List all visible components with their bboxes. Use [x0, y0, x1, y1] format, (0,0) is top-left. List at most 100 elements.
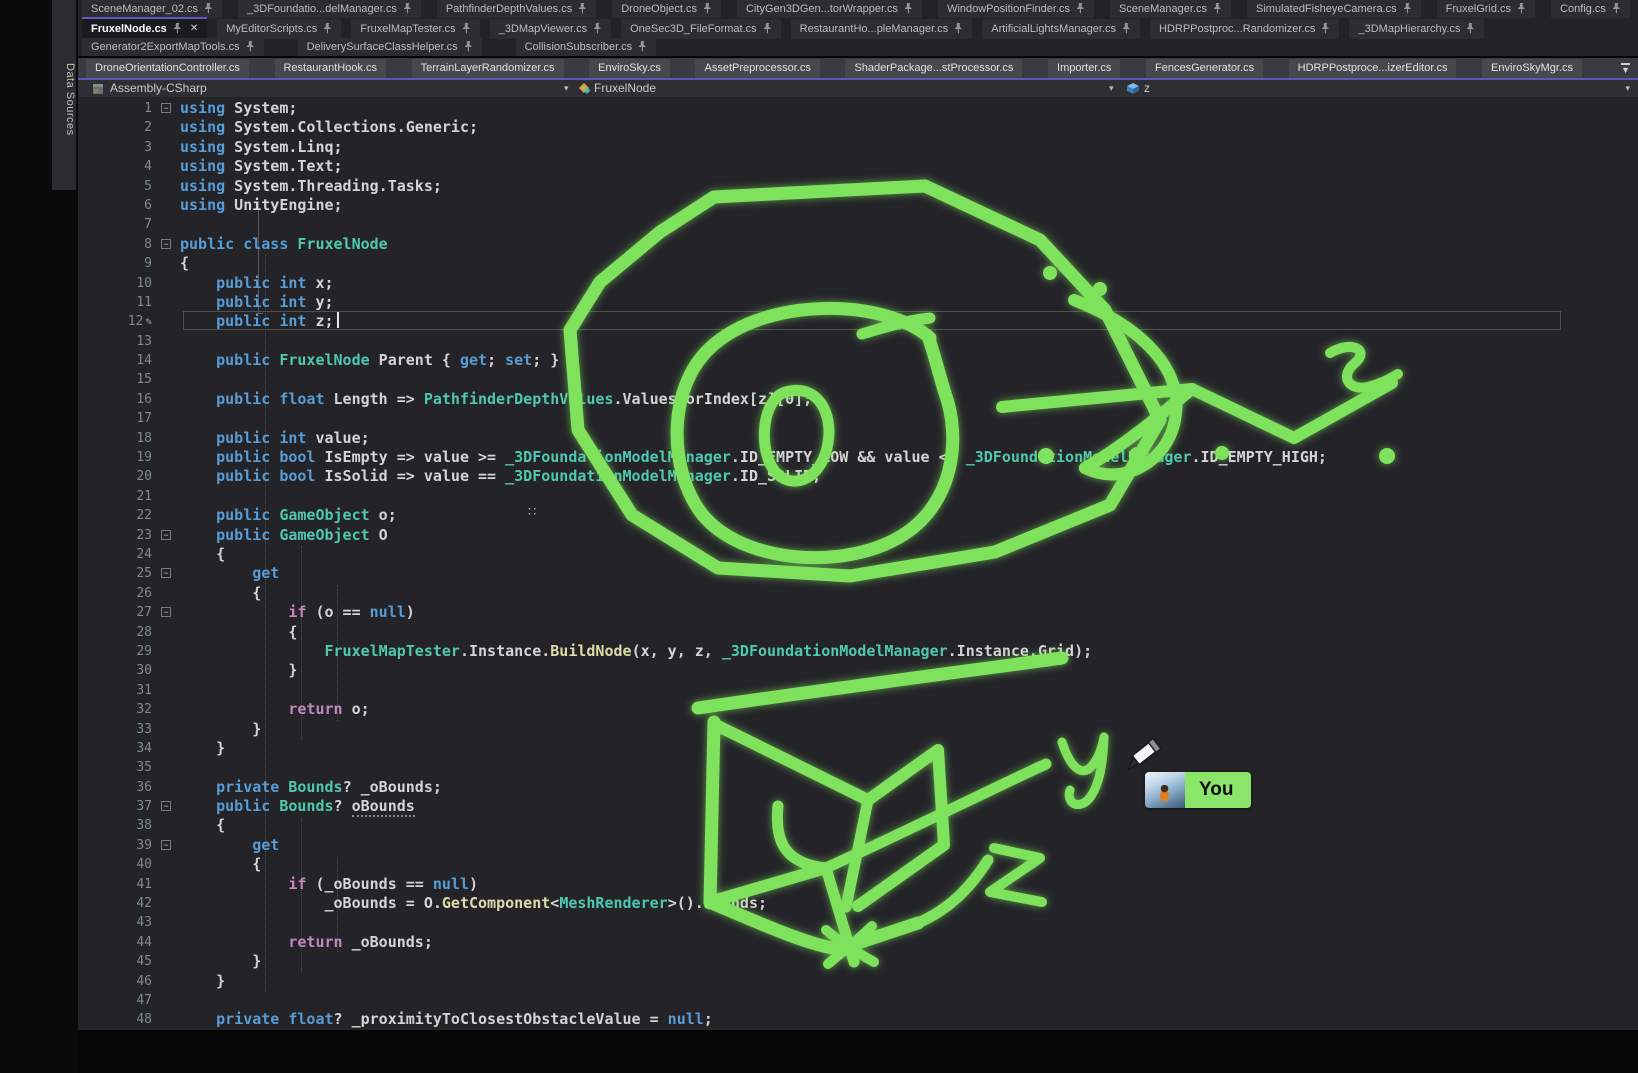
code-line-30[interactable]: 30 }	[78, 661, 1638, 680]
pin-icon[interactable]	[246, 41, 255, 52]
tab-restaurantho-plemanager-cs[interactable]: RestaurantHo...pleManager.cs	[791, 19, 973, 39]
pin-icon[interactable]	[1122, 23, 1131, 34]
tab-windowpositionfinder-cs[interactable]: WindowPositionFinder.cs	[938, 0, 1094, 18]
code-editor[interactable]: 1−using System;2using System.Collections…	[78, 97, 1638, 1030]
chevron-down-icon[interactable]: ▾	[1109, 83, 1114, 94]
code-line-11[interactable]: 11 public int y;	[78, 293, 1638, 312]
code-line-18[interactable]: 18 public int value;	[78, 429, 1638, 448]
tab-deliverysurfaceclasshelper-cs[interactable]: DeliverySurfaceClassHelper.cs	[298, 38, 482, 56]
pin-icon[interactable]	[1466, 23, 1475, 34]
tab-fruxelgrid-cs[interactable]: FruxelGrid.cs	[1437, 0, 1535, 18]
code-line-19[interactable]: 19 public bool IsEmpty => value >= _3DFo…	[78, 448, 1638, 467]
pin-icon[interactable]	[703, 3, 712, 14]
code-line-10[interactable]: 10 public int x;	[78, 274, 1638, 293]
pin-icon[interactable]	[1517, 3, 1526, 14]
chevron-down-icon[interactable]: ▾	[564, 83, 569, 94]
tab--3dmapviewer-cs[interactable]: _3DMapViewer.cs	[490, 19, 611, 39]
pin-icon[interactable]	[578, 3, 587, 14]
close-icon[interactable]: ✕	[190, 23, 198, 34]
tab-restauranthook-cs[interactable]: RestaurantHook.cs	[275, 59, 387, 78]
tab-fruxelmaptester-cs[interactable]: FruxelMapTester.cs	[351, 19, 479, 39]
code-line-23[interactable]: 23− public GameObject O	[78, 526, 1638, 545]
code-line-3[interactable]: 3using System.Linq;	[78, 138, 1638, 157]
code-line-13[interactable]: 13	[78, 332, 1638, 351]
tab-droneobject-cs[interactable]: DroneObject.cs	[612, 0, 721, 18]
code-line-24[interactable]: 24 {	[78, 545, 1638, 564]
code-line-16[interactable]: 16 public float Length => PathfinderDept…	[78, 390, 1638, 409]
code-line-48[interactable]: 48 private float? _proximityToClosestObs…	[78, 1010, 1638, 1029]
tab-simulatedfisheyecamera-cs[interactable]: SimulatedFisheyeCamera.cs	[1247, 0, 1421, 18]
code-line-17[interactable]: 17	[78, 409, 1638, 428]
project-dropdown[interactable]: Assembly-CSharp	[110, 81, 207, 95]
tab-pathfinderdepthvalues-cs[interactable]: PathfinderDepthValues.cs	[437, 0, 596, 18]
code-line-27[interactable]: 27− if (o == null)	[78, 603, 1638, 622]
tab-collisionsubscriber-cs[interactable]: CollisionSubscriber.cs	[516, 38, 657, 56]
tab-envirosky-cs[interactable]: EnviroSky.cs	[589, 59, 670, 78]
code-line-34[interactable]: 34 }	[78, 739, 1638, 758]
code-line-7[interactable]: 7	[78, 215, 1638, 234]
tab-fruxelnode-cs[interactable]: FruxelNode.cs✕	[82, 17, 207, 39]
fold-marker-icon[interactable]: −	[161, 801, 171, 811]
code-line-2[interactable]: 2using System.Collections.Generic;	[78, 118, 1638, 137]
code-line-21[interactable]: 21	[78, 487, 1638, 506]
code-line-36[interactable]: 36 private Bounds? _oBounds;	[78, 778, 1638, 797]
tab-overflow-icon[interactable]: ▼	[1621, 63, 1630, 75]
code-line-33[interactable]: 33 }	[78, 720, 1638, 739]
code-line-8[interactable]: 8−public class FruxelNode	[78, 235, 1638, 254]
code-line-26[interactable]: 26 {	[78, 584, 1638, 603]
member-dropdown[interactable]: z	[1144, 81, 1150, 95]
tab-scenemanager-02-cs[interactable]: SceneManager_02.cs	[82, 0, 222, 18]
tab-onesec3d-fileformat-cs[interactable]: OneSec3D_FileFormat.cs	[621, 19, 781, 39]
code-line-41[interactable]: 41 if (_oBounds == null)	[78, 875, 1638, 894]
code-line-14[interactable]: 14 public FruxelNode Parent { get; set; …	[78, 351, 1638, 370]
tab-hdrppostproc-randomizer-cs[interactable]: HDRPPostproc...Randomizer.cs	[1150, 19, 1340, 39]
tab-artificiallightsmanager-cs[interactable]: ArtificialLightsManager.cs	[982, 19, 1140, 39]
tab-shaderpackage-stprocessor-cs[interactable]: ShaderPackage...stProcessor.cs	[845, 59, 1022, 78]
fold-marker-icon[interactable]: −	[161, 607, 171, 617]
chevron-down-icon[interactable]: ▾	[1625, 83, 1630, 94]
type-dropdown[interactable]: FruxelNode	[594, 81, 656, 95]
tab-citygen3dgen-torwrapper-cs[interactable]: CityGen3DGen...torWrapper.cs	[737, 0, 922, 18]
pin-icon[interactable]	[904, 3, 913, 14]
pin-icon[interactable]	[323, 23, 332, 34]
tab-config-cs[interactable]: Config.cs	[1551, 0, 1630, 18]
code-line-25[interactable]: 25− get	[78, 564, 1638, 583]
code-line-44[interactable]: 44 return _oBounds;	[78, 933, 1638, 952]
code-line-35[interactable]: 35	[78, 758, 1638, 777]
pin-icon[interactable]	[1612, 3, 1621, 14]
pin-icon[interactable]	[462, 23, 471, 34]
tab-scenemanager-cs[interactable]: SceneManager.cs	[1110, 0, 1231, 18]
code-line-29[interactable]: 29 FruxelMapTester.Instance.BuildNode(x,…	[78, 642, 1638, 661]
code-line-4[interactable]: 4using System.Text;	[78, 157, 1638, 176]
code-line-42[interactable]: 42 _oBounds = O.GetComponent<MeshRendere…	[78, 894, 1638, 913]
pin-icon[interactable]	[204, 3, 213, 14]
code-line-40[interactable]: 40 {	[78, 855, 1638, 874]
pin-icon[interactable]	[464, 41, 473, 52]
code-line-22[interactable]: 22 public GameObject o;	[78, 506, 1638, 525]
code-line-31[interactable]: 31	[78, 681, 1638, 700]
tab--3dfoundatio-delmanager-cs[interactable]: _3DFoundatio...delManager.cs	[238, 0, 421, 18]
tab--3dmaphierarchy-cs[interactable]: _3DMapHierarchy.cs	[1349, 19, 1484, 39]
pin-icon[interactable]	[638, 41, 647, 52]
code-line-32[interactable]: 32 return o;	[78, 700, 1638, 719]
fold-marker-icon[interactable]: −	[161, 568, 171, 578]
fold-marker-icon[interactable]: −	[161, 103, 171, 113]
code-line-5[interactable]: 5using System.Threading.Tasks;	[78, 177, 1638, 196]
code-line-43[interactable]: 43	[78, 913, 1638, 932]
pin-icon[interactable]	[1076, 3, 1085, 14]
pin-icon[interactable]	[954, 23, 963, 34]
code-line-38[interactable]: 38 {	[78, 816, 1638, 835]
fold-marker-icon[interactable]: −	[161, 239, 171, 249]
tab-importer-cs[interactable]: Importer.cs	[1048, 59, 1120, 78]
code-line-45[interactable]: 45 }	[78, 952, 1638, 971]
pin-icon[interactable]	[1321, 23, 1330, 34]
fold-marker-icon[interactable]: −	[161, 530, 171, 540]
tab-fencesgenerator-cs[interactable]: FencesGenerator.cs	[1146, 59, 1263, 78]
pin-icon[interactable]	[593, 23, 602, 34]
pin-icon[interactable]	[403, 3, 412, 14]
code-line-39[interactable]: 39− get	[78, 836, 1638, 855]
fold-marker-icon[interactable]: −	[161, 840, 171, 850]
tab-hdrppostproce-izereditor-cs[interactable]: HDRPPostproce...izerEditor.cs	[1289, 59, 1457, 78]
code-line-37[interactable]: 37− public Bounds? oBounds	[78, 797, 1638, 816]
code-line-20[interactable]: 20 public bool IsSolid => value == _3DFo…	[78, 467, 1638, 486]
